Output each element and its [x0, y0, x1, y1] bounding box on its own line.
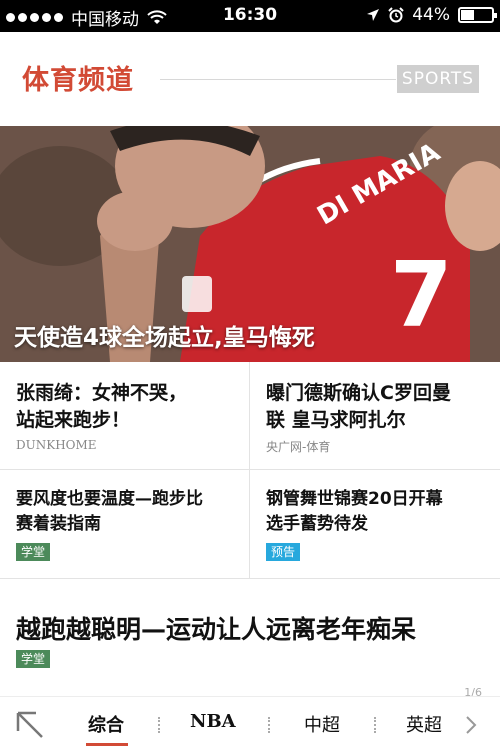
category-badge: 预告	[266, 543, 301, 561]
alarm-icon	[388, 7, 404, 23]
active-tab-indicator	[86, 743, 128, 746]
category-badge: 学堂	[16, 650, 51, 668]
sports-tag: SPORTS	[397, 65, 479, 93]
hero-caption: 天使造4球全场起立,皇马悔死	[14, 325, 315, 351]
tab-separator	[374, 717, 376, 733]
news-title: 钢管舞世锦赛20日开幕 选手蓄势待发	[266, 489, 443, 534]
battery-icon	[458, 7, 497, 23]
news-title: 张雨绮：女神不哭， 站起来跑步！	[16, 382, 188, 431]
jersey-number: 7	[390, 243, 453, 348]
tab-yingchao[interactable]: 英超	[406, 711, 442, 737]
battery-percent: 44%	[412, 5, 450, 25]
channel-title: 体育频道	[22, 65, 134, 96]
news-title: 要风度也要温度—跑步比 赛着装指南	[16, 489, 203, 534]
news-item[interactable]: 钢管舞世锦赛20日开幕 选手蓄势待发 预告	[266, 487, 500, 561]
news-item[interactable]: 曝门德斯确认C罗回曼 联 皇马求阿扎尔 央广网-体育	[266, 380, 500, 455]
category-badge: 学堂	[16, 543, 51, 561]
tab-separator	[268, 717, 270, 733]
tab-zhongchao[interactable]: 中超	[304, 711, 340, 737]
news-source: 央广网-体育	[266, 440, 331, 454]
news-title: 曝门德斯确认C罗回曼 联 皇马求阿扎尔	[266, 382, 451, 431]
status-bar: 中国移动 16:30 44%	[0, 0, 500, 32]
header-divider	[160, 79, 396, 80]
grid-divider	[0, 578, 500, 579]
news-source: DUNKHOME	[16, 438, 97, 452]
chevron-right-icon[interactable]	[464, 715, 478, 735]
grid-divider	[0, 469, 500, 470]
back-arrow-icon[interactable]	[14, 709, 46, 741]
tab-bar: 综合 NBA 中超 英超	[0, 697, 500, 752]
location-arrow-icon	[367, 9, 380, 21]
hero-story[interactable]: DI MARIA 7 天使造4球全场起立,皇马悔死	[0, 126, 500, 362]
news-item[interactable]: 要风度也要温度—跑步比 赛着装指南 学堂	[16, 487, 266, 561]
tab-zonghe[interactable]: 综合	[88, 711, 124, 737]
channel-header: 体育频道 SPORTS	[0, 32, 500, 126]
tab-nba[interactable]: NBA	[190, 711, 236, 732]
news-item[interactable]: 张雨绮：女神不哭， 站起来跑步！ DUNKHOME	[16, 380, 266, 452]
featured-title[interactable]: 越跑越聪明—运动让人远离老年痴呆	[16, 610, 416, 646]
tab-separator	[158, 717, 160, 733]
